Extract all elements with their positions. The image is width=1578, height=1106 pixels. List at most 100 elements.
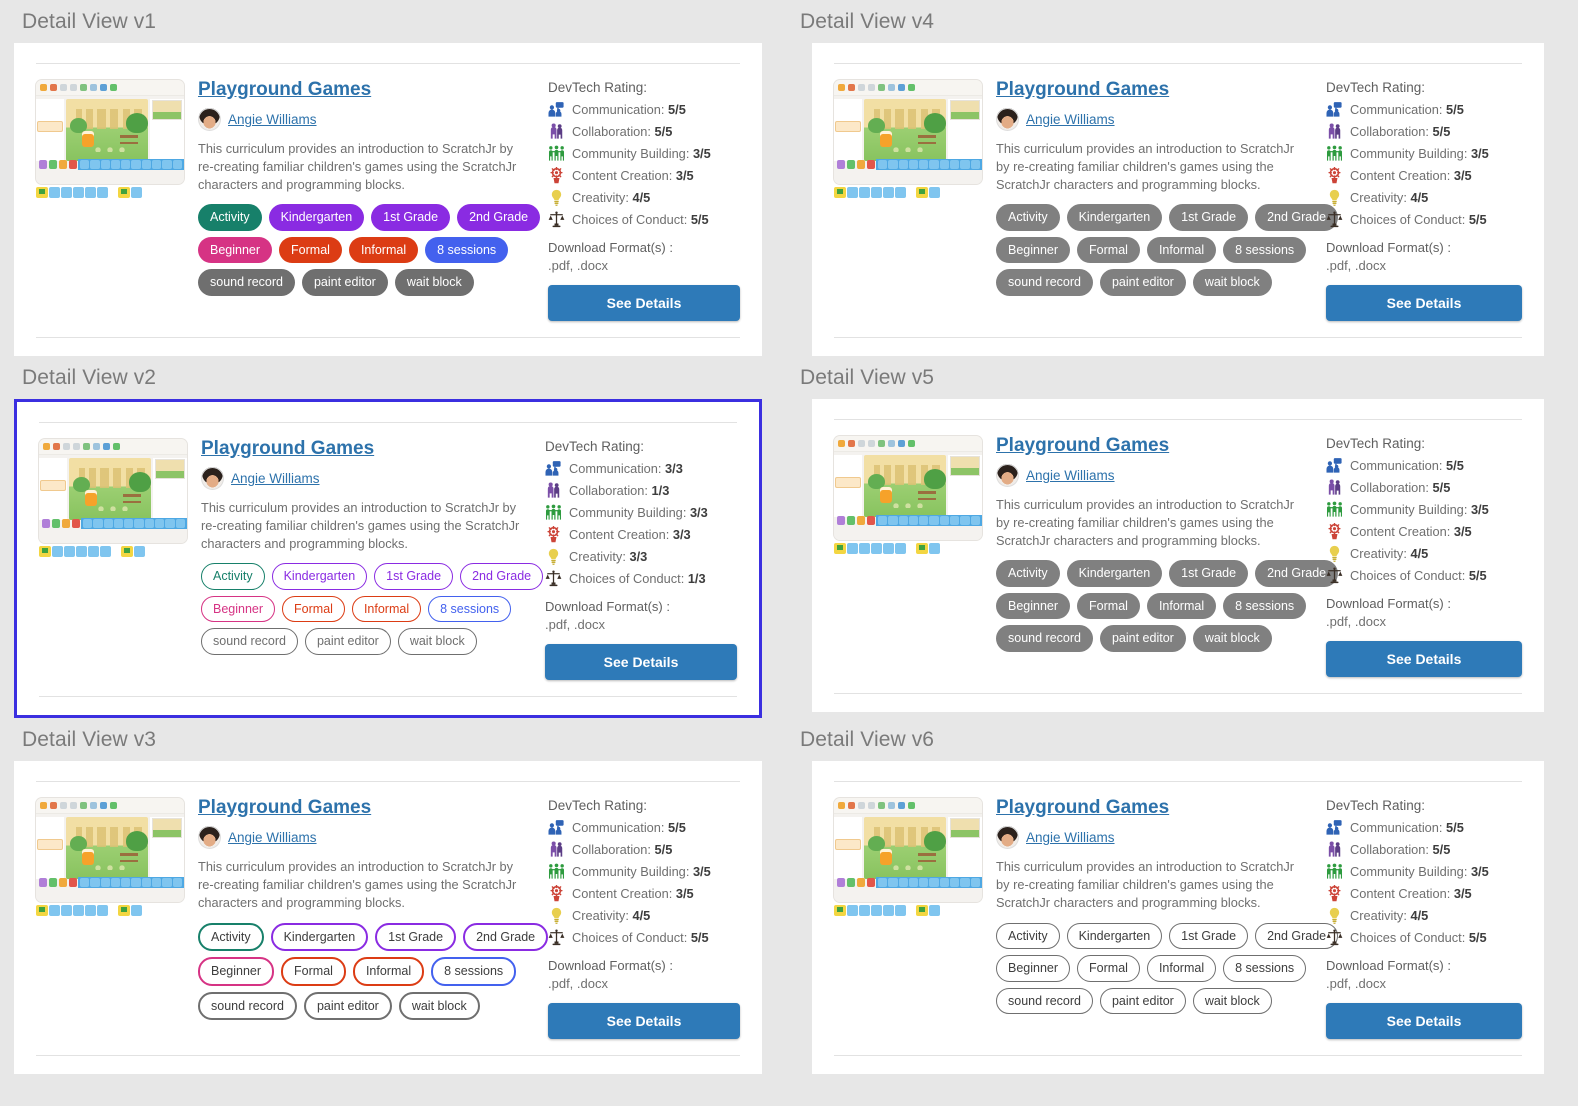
tag-paint-editor[interactable]: paint editor (1099, 987, 1186, 1015)
toolbar-icon[interactable] (898, 84, 905, 91)
toolbar-icon[interactable] (908, 802, 915, 810)
tag-1st-grade[interactable]: 1st Grade (1169, 922, 1249, 950)
tag-wait-block[interactable]: wait block (397, 628, 477, 655)
detail-card-v5[interactable]: Playground Games Angie Williams This cur… (812, 399, 1544, 713)
tag-beginner[interactable]: Beginner (198, 236, 273, 264)
tag-beginner[interactable]: Beginner (198, 957, 275, 986)
tag-wait-block[interactable]: wait block (394, 269, 474, 296)
tag-8-sessions[interactable]: 8 sessions (1223, 592, 1307, 620)
tag-sound-record[interactable]: sound record (996, 269, 1093, 296)
scratchjr-editor-thumbnail[interactable] (834, 436, 982, 541)
tag-kindergarten[interactable]: Kindergarten (268, 204, 365, 231)
tag-activity[interactable]: Activity (198, 922, 264, 952)
tag-wait-block[interactable]: wait block (1192, 625, 1272, 652)
toolbar-icon[interactable] (888, 802, 895, 810)
toolbar-icon[interactable] (40, 84, 47, 91)
toolbar-icon[interactable] (70, 802, 77, 810)
tag-8-sessions[interactable]: 8 sessions (431, 957, 517, 986)
toolbar-icon[interactable] (858, 84, 865, 91)
toolbar-icon[interactable] (858, 802, 865, 810)
toolbar-icon[interactable] (80, 802, 87, 810)
tag-paint-editor[interactable]: paint editor (1099, 269, 1186, 296)
tag-formal[interactable]: Formal (1077, 955, 1140, 982)
tag-2nd-grade[interactable]: 2nd Grade (463, 922, 549, 952)
tag-sound-record[interactable]: sound record (996, 625, 1093, 652)
toolbar-icon[interactable] (43, 443, 50, 451)
tag-kindergarten[interactable]: Kindergarten (271, 563, 368, 590)
toolbar-icon[interactable] (70, 84, 77, 91)
toolbar-icon[interactable] (838, 440, 845, 448)
tag-formal[interactable]: Formal (279, 236, 342, 264)
toolbar-icon[interactable] (838, 802, 845, 810)
detail-card-v3[interactable]: Playground Games Angie Williams This cur… (14, 761, 762, 1075)
toolbar-icon[interactable] (73, 443, 80, 451)
curriculum-title-link[interactable]: Playground Games (996, 797, 1169, 819)
toolbar-icon[interactable] (50, 84, 57, 91)
toolbar-icon[interactable] (40, 802, 47, 810)
curriculum-title-link[interactable]: Playground Games (996, 79, 1169, 101)
toolbar-icon[interactable] (878, 802, 885, 810)
tag-sound-record[interactable]: sound record (201, 628, 298, 655)
tag-informal[interactable]: Informal (348, 236, 419, 264)
see-details-button[interactable]: See Details (1326, 641, 1522, 678)
toolbar-icon[interactable] (110, 802, 117, 810)
curriculum-title-link[interactable]: Playground Games (198, 797, 371, 819)
toolbar-icon[interactable] (888, 84, 895, 91)
tag-kindergarten[interactable]: Kindergarten (1066, 204, 1163, 231)
author-link[interactable]: Angie Williams (1026, 112, 1115, 127)
toolbar-icon[interactable] (113, 443, 120, 451)
tag-kindergarten[interactable]: Kindergarten (270, 922, 369, 952)
toolbar-icon[interactable] (80, 84, 87, 91)
tag-paint-editor[interactable]: paint editor (304, 628, 391, 655)
detail-card-v4[interactable]: Playground Games Angie Williams This cur… (812, 43, 1544, 357)
author-link[interactable]: Angie Williams (1026, 830, 1115, 845)
tag-activity[interactable]: Activity (198, 204, 262, 231)
toolbar-icon[interactable] (53, 443, 60, 451)
toolbar-icon[interactable] (103, 443, 110, 451)
tag-sound-record[interactable]: sound record (198, 991, 297, 1021)
author-link[interactable]: Angie Williams (228, 112, 317, 127)
toolbar-icon[interactable] (90, 802, 97, 810)
tag-1st-grade[interactable]: 1st Grade (375, 922, 457, 952)
toolbar-icon[interactable] (838, 84, 845, 91)
author-link[interactable]: Angie Williams (228, 830, 317, 845)
tag-paint-editor[interactable]: paint editor (1099, 625, 1186, 652)
toolbar-icon[interactable] (60, 84, 67, 91)
tag-beginner[interactable]: Beginner (996, 236, 1071, 264)
tag-kindergarten[interactable]: Kindergarten (1066, 560, 1163, 587)
toolbar-icon[interactable] (898, 440, 905, 448)
detail-card-v6[interactable]: Playground Games Angie Williams This cur… (812, 761, 1544, 1075)
author-link[interactable]: Angie Williams (231, 471, 320, 486)
tag-formal[interactable]: Formal (1077, 592, 1140, 620)
toolbar-icon[interactable] (858, 440, 865, 448)
tag-1st-grade[interactable]: 1st Grade (1169, 560, 1249, 587)
tag-activity[interactable]: Activity (996, 560, 1060, 587)
curriculum-title-link[interactable]: Playground Games (996, 435, 1169, 457)
toolbar-icon[interactable] (878, 440, 885, 448)
tag-activity[interactable]: Activity (201, 563, 265, 590)
scratchjr-editor-thumbnail[interactable] (36, 798, 184, 903)
toolbar-icon[interactable] (50, 802, 57, 810)
toolbar-icon[interactable] (90, 84, 97, 91)
author-link[interactable]: Angie Williams (1026, 468, 1115, 483)
scratchjr-editor-thumbnail[interactable] (834, 798, 982, 903)
tag-1st-grade[interactable]: 1st Grade (374, 563, 454, 590)
toolbar-icon[interactable] (908, 440, 915, 448)
see-details-button[interactable]: See Details (545, 644, 737, 681)
toolbar-icon[interactable] (908, 84, 915, 91)
toolbar-icon[interactable] (60, 802, 67, 810)
tag-beginner[interactable]: Beginner (996, 955, 1071, 982)
tag-8-sessions[interactable]: 8 sessions (1223, 955, 1307, 982)
see-details-button[interactable]: See Details (1326, 1003, 1522, 1040)
tag-activity[interactable]: Activity (996, 922, 1060, 950)
tag-formal[interactable]: Formal (282, 595, 345, 623)
tag-informal[interactable]: Informal (352, 957, 425, 986)
tag-formal[interactable]: Formal (281, 957, 346, 986)
tag-sound-record[interactable]: sound record (198, 269, 295, 296)
toolbar-icon[interactable] (100, 802, 107, 810)
see-details-button[interactable]: See Details (1326, 285, 1522, 322)
toolbar-icon[interactable] (868, 802, 875, 810)
toolbar-icon[interactable] (110, 84, 117, 91)
scratchjr-editor-thumbnail[interactable] (39, 439, 187, 544)
toolbar-icon[interactable] (868, 440, 875, 448)
